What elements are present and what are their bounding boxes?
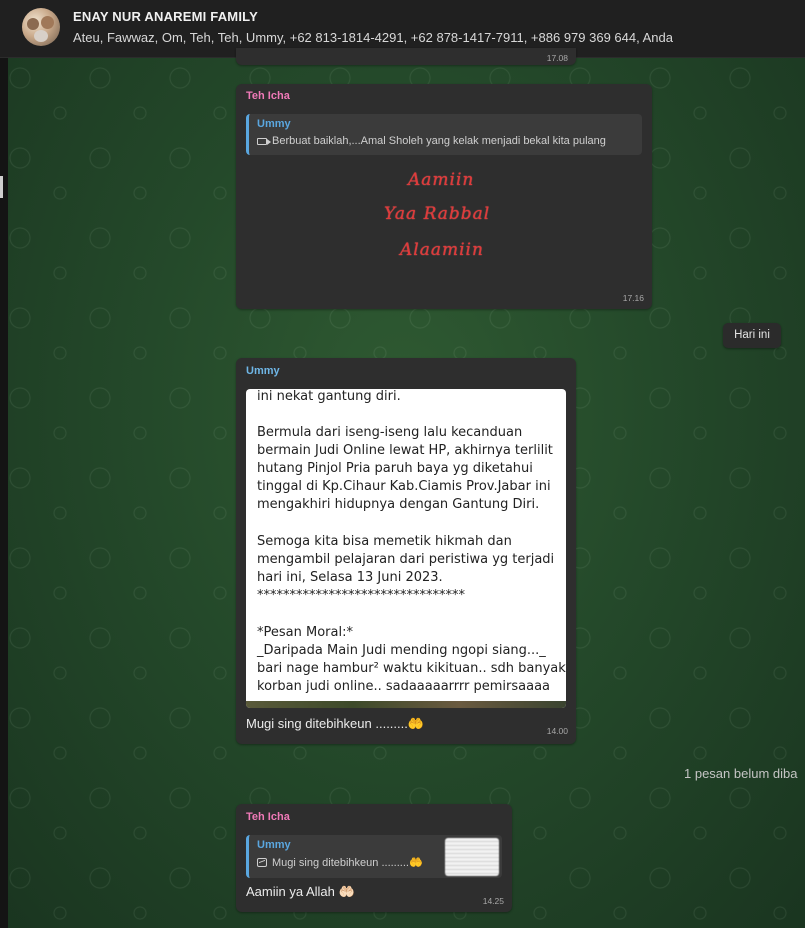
image-text-line: tinggal di Kp.Cihaur Kab.Ciamis Prov.Jab…: [257, 479, 551, 494]
date-chip: Hari ini: [723, 323, 781, 348]
message-time: 17.08: [546, 53, 568, 63]
message-time: 14.25: [482, 896, 504, 906]
message-bubble-partial[interactable]: 17.08: [236, 48, 576, 65]
image-text-line: ini nekat gantung diri.: [257, 389, 401, 404]
quoted-text: Mugi sing ditebihkeun .........🤲: [257, 856, 423, 869]
left-rail: [0, 58, 8, 928]
message-sender[interactable]: Teh Icha: [246, 811, 290, 823]
unread-banner: 1 pesan belum diba: [684, 766, 798, 781]
message-text: Aamiin ya Allah 🤲🏻: [246, 884, 355, 899]
quoted-text: Berbuat baiklah,...Amal Sholeh yang kela…: [257, 135, 606, 147]
image-text-line: ********************************: [257, 588, 465, 603]
message-sender[interactable]: Teh Icha: [246, 90, 290, 102]
scroll-marker: [0, 176, 3, 198]
quoted-sender: Ummy: [257, 839, 291, 851]
group-members: Ateu, Fawwaz, Om, Teh, Teh, Ummy, +62 81…: [73, 30, 673, 45]
quoted-message[interactable]: Ummy Mugi sing ditebihkeun .........🤲: [246, 835, 502, 878]
sticker-line-2: Yaa Rabbal: [384, 204, 491, 224]
image-text-line: _Daripada Main Judi mending ngopi siang.…: [257, 643, 546, 658]
sticker-line-3: Alaamiin: [400, 240, 484, 260]
image-text-line: bari nage hambur² waktu kikituan.. sdh b…: [257, 661, 566, 676]
message-bubble-reply[interactable]: Teh Icha Ummy Mugi sing ditebihkeun ....…: [236, 804, 512, 912]
image-bottom-strip: [246, 701, 566, 708]
quoted-thumbnail: [445, 838, 499, 876]
image-text-line: bermain Judi Online lewat HP, akhirnya t…: [257, 443, 553, 458]
image-icon: [257, 858, 267, 867]
shared-image[interactable]: ini nekat gantung diri. Bermula dari ise…: [246, 389, 566, 708]
image-text-line: *Pesan Moral:*: [257, 625, 353, 640]
image-text-line: mengakhiri hidupnya dengan Gantung Diri.: [257, 497, 540, 512]
image-text-line: korban judi online.. sadaaaaarrrr pemirs…: [257, 679, 551, 694]
quoted-sender: Ummy: [257, 118, 291, 130]
message-sender[interactable]: Ummy: [246, 365, 280, 377]
sticker-line-1: Aamiin: [408, 170, 475, 190]
group-title: ENAY NUR ANAREMI FAMILY: [73, 9, 258, 24]
image-text-line: hutang Pinjol Pria paruh baya yg diketah…: [257, 461, 533, 476]
image-text-line: Semoga kita bisa memetik hikmah dan: [257, 534, 512, 549]
image-text-line: mengambil pelajaran dari peristiwa yg te…: [257, 552, 555, 567]
quoted-message[interactable]: Ummy Berbuat baiklah,...Amal Sholeh yang…: [246, 114, 642, 155]
image-caption: Mugi sing ditebihkeun .........🤲: [246, 716, 425, 731]
image-text-line: Bermula dari iseng-iseng lalu kecanduan: [257, 425, 523, 440]
message-time: 14.00: [546, 726, 568, 736]
message-bubble-sticker[interactable]: Teh Icha Ummy Berbuat baiklah,...Amal Sh…: [236, 84, 652, 309]
group-avatar[interactable]: [22, 8, 60, 46]
video-icon: [257, 137, 271, 145]
message-time: 17.16: [622, 293, 644, 303]
image-text-line: hari ini, Selasa 13 Juni 2023.: [257, 570, 443, 585]
